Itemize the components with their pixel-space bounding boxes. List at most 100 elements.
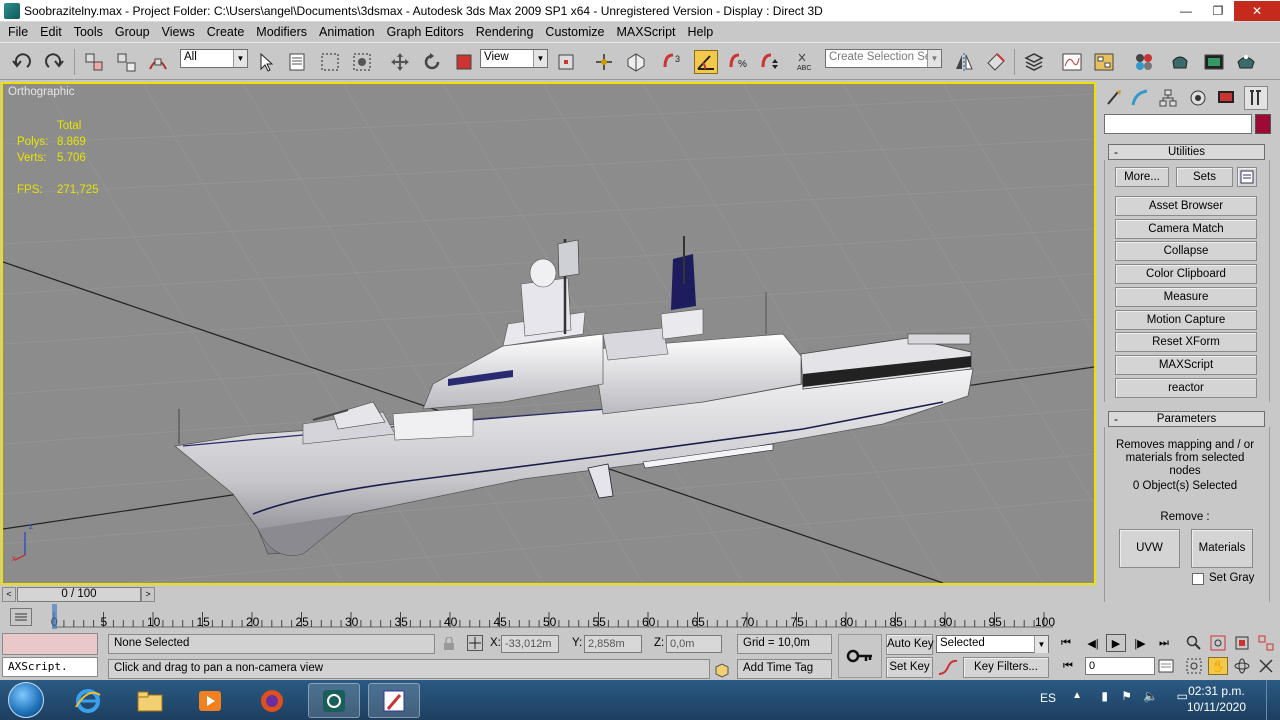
internet-explorer-icon[interactable] xyxy=(62,683,114,718)
open-mini-curve-editor-icon[interactable] xyxy=(10,608,32,626)
key-mode-dropdown[interactable]: Selected ▼ xyxy=(936,635,1049,653)
key-mode-toggle-icon[interactable]: ⏮ xyxy=(1058,657,1078,675)
object-name-field[interactable] xyxy=(1104,114,1252,134)
go-to-end-icon[interactable]: ⏭ xyxy=(1154,634,1174,652)
menu-help[interactable]: Help xyxy=(682,25,720,39)
select-and-link-icon[interactable] xyxy=(82,50,106,74)
undo-icon[interactable] xyxy=(10,50,34,74)
remove-materials-button[interactable]: Materials xyxy=(1191,529,1253,568)
use-pivot-center-icon[interactable] xyxy=(554,50,578,74)
time-slider-handle[interactable]: 0 / 100 xyxy=(17,587,141,602)
sets-button[interactable]: Sets xyxy=(1176,167,1233,187)
next-frame-arrow[interactable]: > xyxy=(141,587,155,602)
window-crossing-icon[interactable] xyxy=(350,50,374,74)
3dsmax-taskbar-icon[interactable] xyxy=(308,683,360,718)
color-clipboard-button[interactable]: Color Clipboard xyxy=(1115,264,1257,284)
menu-create[interactable]: Create xyxy=(201,25,251,39)
measure-button[interactable]: Measure xyxy=(1115,287,1257,307)
collapse-button[interactable]: Collapse xyxy=(1115,241,1257,261)
remove-uvw-button[interactable]: UVW xyxy=(1119,529,1180,568)
orbit-icon[interactable] xyxy=(1232,657,1252,675)
firefox-icon[interactable] xyxy=(246,683,298,718)
mirror-icon[interactable] xyxy=(952,50,976,74)
named-selection-set-dropdown[interactable]: Create Selection Set ▼ xyxy=(825,49,942,68)
current-frame-marker[interactable] xyxy=(52,604,57,629)
pan-view-icon[interactable]: ✋ xyxy=(1208,657,1228,675)
maximize-viewport-icon[interactable] xyxy=(1256,657,1276,675)
hierarchy-tab-icon[interactable] xyxy=(1156,86,1180,110)
configure-button-sets-icon[interactable] xyxy=(1237,167,1257,187)
file-explorer-icon[interactable] xyxy=(124,683,176,718)
align-icon[interactable] xyxy=(984,50,1008,74)
redo-icon[interactable] xyxy=(42,50,66,74)
schematic-view-icon[interactable] xyxy=(1092,50,1116,74)
set-gray-checkbox[interactable] xyxy=(1192,573,1204,585)
key-filters-button[interactable]: Key Filters... xyxy=(963,657,1049,678)
menu-views[interactable]: Views xyxy=(156,25,201,39)
zoom-extents-icon[interactable] xyxy=(1232,634,1252,652)
maxscript-listener-pink[interactable] xyxy=(2,633,98,655)
material-editor-icon[interactable] xyxy=(1132,50,1156,74)
media-player-icon[interactable] xyxy=(184,683,236,718)
render-setup-icon[interactable] xyxy=(1168,50,1192,74)
bind-to-space-warp-icon[interactable] xyxy=(146,50,170,74)
maxscript-mini-listener[interactable]: AXScript. xyxy=(2,657,98,677)
rectangular-selection-icon[interactable] xyxy=(318,50,342,74)
default-tangent-icon[interactable] xyxy=(937,658,959,677)
unlink-selection-icon[interactable] xyxy=(114,50,138,74)
show-desktop-button[interactable] xyxy=(1266,680,1280,720)
menu-rendering[interactable]: Rendering xyxy=(470,25,540,39)
angle-snap-toggle-icon[interactable] xyxy=(694,50,718,74)
track-bar[interactable]: 0510152025303540455055606570758085909510… xyxy=(0,604,1100,630)
network-icon[interactable]: ▮ xyxy=(1101,689,1108,703)
utilities-tab-icon[interactable] xyxy=(1244,86,1268,110)
percent-snap-toggle-icon[interactable]: % xyxy=(726,50,750,74)
current-frame-field[interactable]: 0 xyxy=(1085,657,1155,675)
ship-model[interactable] xyxy=(174,236,974,556)
keyboard-shortcut-override-icon[interactable] xyxy=(624,50,648,74)
motion-capture-button[interactable]: Motion Capture xyxy=(1115,310,1257,330)
reactor-button[interactable]: reactor xyxy=(1115,378,1257,398)
menu-modifiers[interactable]: Modifiers xyxy=(250,25,313,39)
x-coordinate-field[interactable]: -33,012m xyxy=(501,635,559,653)
menu-group[interactable]: Group xyxy=(109,25,156,39)
time-slider[interactable]: < 0 / 100 > xyxy=(0,586,1100,604)
auto-key-button[interactable]: Auto Key xyxy=(886,634,934,655)
play-icon[interactable]: ▶ xyxy=(1106,634,1126,652)
speaker-icon[interactable]: 🔈 xyxy=(1143,689,1158,703)
selection-filter-dropdown[interactable]: All ▼ xyxy=(180,49,248,68)
previous-frame-arrow[interactable]: < xyxy=(2,587,16,602)
select-and-rotate-icon[interactable] xyxy=(420,50,444,74)
zoom-icon[interactable] xyxy=(1184,634,1204,652)
quick-render-icon[interactable] xyxy=(1234,50,1258,74)
menu-graph-editors[interactable]: Graph Editors xyxy=(381,25,470,39)
select-and-move-icon[interactable] xyxy=(388,50,412,74)
viewport-label[interactable]: Orthographic xyxy=(8,86,74,98)
menu-file[interactable]: File xyxy=(2,25,34,39)
region-zoom-icon[interactable] xyxy=(1184,657,1204,675)
menu-customize[interactable]: Customize xyxy=(539,25,610,39)
layer-manager-icon[interactable] xyxy=(1022,50,1046,74)
action-center-flag-icon[interactable]: ⚑ xyxy=(1121,689,1132,703)
close-button[interactable]: ✕ xyxy=(1234,1,1280,21)
display-tab-icon[interactable] xyxy=(1214,86,1238,110)
previous-frame-icon[interactable]: ◀| xyxy=(1083,634,1103,652)
zoom-all-icon[interactable] xyxy=(1208,634,1228,652)
modify-tab-icon[interactable] xyxy=(1128,86,1152,110)
set-keys-key-icon[interactable] xyxy=(838,634,882,678)
absolute-relative-transform-icon[interactable] xyxy=(467,635,483,651)
object-color-swatch[interactable] xyxy=(1255,114,1271,134)
select-object-icon[interactable] xyxy=(254,50,278,74)
language-indicator[interactable]: ES xyxy=(1040,691,1056,705)
reset-xform-button[interactable]: Reset XForm xyxy=(1115,332,1257,352)
minimize-button[interactable]: — xyxy=(1170,1,1202,21)
camera-match-button[interactable]: Camera Match xyxy=(1115,219,1257,239)
parameters-rollout-header[interactable]: - Parameters xyxy=(1108,411,1265,427)
set-key-button[interactable]: Set Key xyxy=(886,657,933,678)
menu-edit[interactable]: Edit xyxy=(34,25,68,39)
time-tag-icon[interactable] xyxy=(713,661,731,679)
select-by-name-icon[interactable] xyxy=(286,50,310,74)
create-tab-icon[interactable] xyxy=(1102,86,1126,110)
menu-tools[interactable]: Tools xyxy=(68,25,109,39)
orthographic-viewport[interactable]: Orthographic Total Polys: 8.869 Verts: 5.7… xyxy=(1,82,1096,585)
